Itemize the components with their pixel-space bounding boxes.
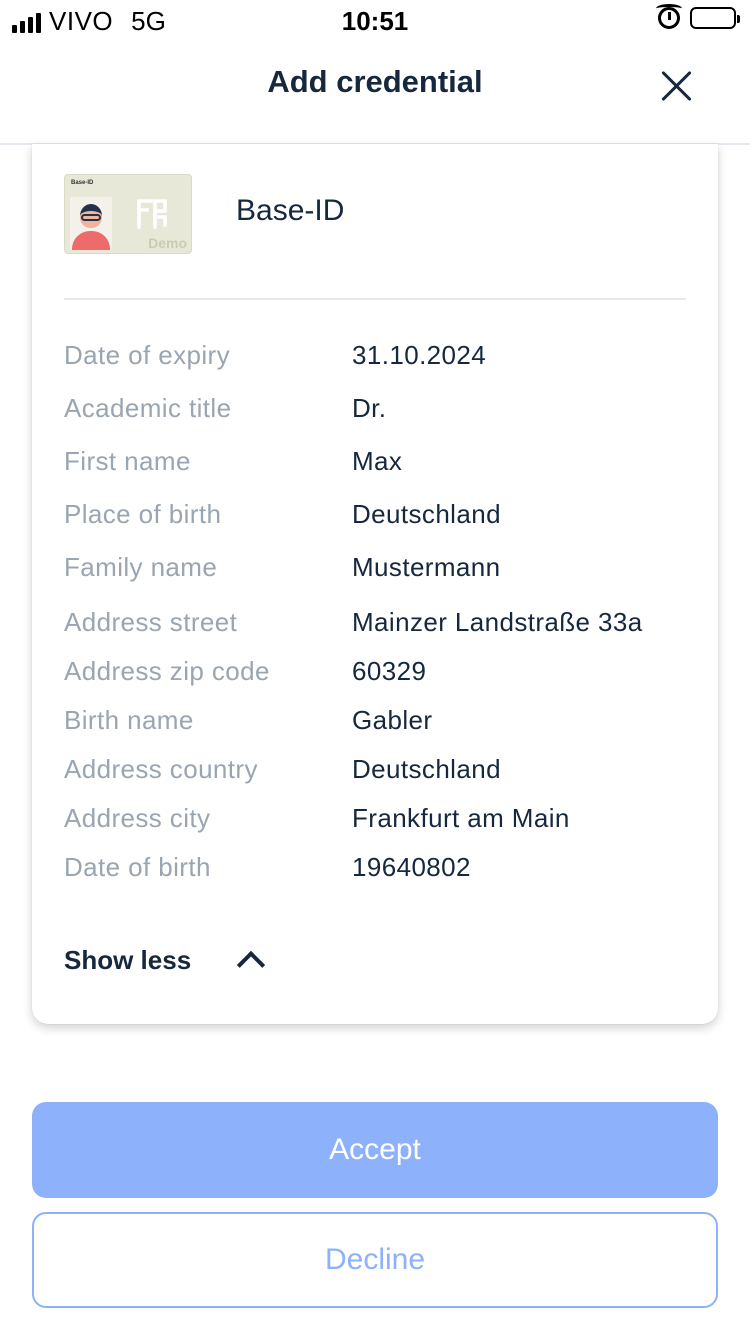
attribute-value: Mustermann — [352, 552, 501, 582]
attribute-label: First name — [64, 446, 191, 476]
attribute-value: 19640802 — [352, 852, 471, 882]
screen: VIVO 5G 10:51 Add credential Base-ID Dem… — [0, 0, 750, 1334]
attribute-label: Address street — [64, 607, 238, 637]
avatar — [70, 197, 112, 250]
attribute-label: Date of birth — [64, 852, 211, 882]
attribute-row: Academic title Dr. — [64, 393, 686, 433]
header: Add credential — [0, 42, 750, 145]
id-card-thumbnail: Base-ID Demo — [64, 174, 192, 254]
status-time: 10:51 — [341, 6, 409, 36]
attribute-label: Address zip code — [64, 656, 270, 686]
attribute-label: Family name — [64, 552, 218, 582]
thumbnail-label: Base-ID — [71, 180, 94, 186]
attribute-row: Family name Mustermann — [64, 552, 686, 592]
attribute-row: Birth name Gabler — [64, 705, 686, 745]
page-title: Add credential — [267, 64, 483, 99]
attribute-row: First name Max — [64, 446, 686, 486]
attribute-value: Deutschland — [352, 499, 501, 529]
attribute-row: Place of birth Deutschland — [64, 499, 686, 539]
attribute-row: Address zip code 60329 — [64, 656, 686, 696]
thumbnail-watermark: Demo — [148, 235, 187, 251]
attribute-label: Address city — [64, 803, 211, 833]
attribute-label: Place of birth — [64, 499, 222, 529]
attribute-value: Max — [352, 446, 403, 476]
attribute-value: Dr. — [352, 393, 387, 423]
divider — [64, 298, 686, 300]
accept-button[interactable]: Accept — [32, 1102, 718, 1198]
attribute-row: Address country Deutschland — [64, 754, 686, 794]
attribute-label: Birth name — [64, 705, 194, 735]
credential-title: Base-ID — [236, 194, 345, 227]
attribute-label: Date of expiry — [64, 340, 231, 370]
attribute-row: Address street Mainzer Landstraße 33a — [64, 607, 686, 647]
chevron-up-icon — [237, 950, 266, 980]
show-less-toggle[interactable]: Show less — [64, 940, 266, 980]
attribute-label: Academic title — [64, 393, 232, 423]
attribute-row: Address city Frankfurt am Main — [64, 803, 686, 843]
alarm-icon — [656, 4, 682, 29]
attribute-value: Gabler — [352, 705, 433, 735]
attribute-value: 60329 — [352, 656, 427, 686]
attribute-row: Date of birth 19640802 — [64, 852, 686, 892]
attribute-value: 31.10.2024 — [352, 340, 487, 370]
status-bar: VIVO 5G 10:51 — [0, 0, 750, 42]
issuer-logo-icon — [137, 199, 167, 229]
attribute-value: Deutschland — [352, 754, 501, 784]
attribute-label: Address country — [64, 754, 258, 784]
credential-card: Base-ID Demo Base-ID Date of expiry 31.1… — [32, 144, 718, 1024]
close-icon[interactable] — [656, 66, 696, 106]
battery-icon — [690, 7, 740, 29]
status-right — [656, 4, 740, 29]
card-header: Base-ID Demo Base-ID — [64, 174, 686, 256]
decline-button[interactable]: Decline — [32, 1212, 718, 1308]
attribute-value: Frankfurt am Main — [352, 803, 570, 833]
attribute-row: Date of expiry 31.10.2024 — [64, 340, 686, 380]
show-less-label: Show less — [64, 944, 192, 975]
attribute-value: Mainzer Landstraße 33a — [352, 607, 643, 637]
